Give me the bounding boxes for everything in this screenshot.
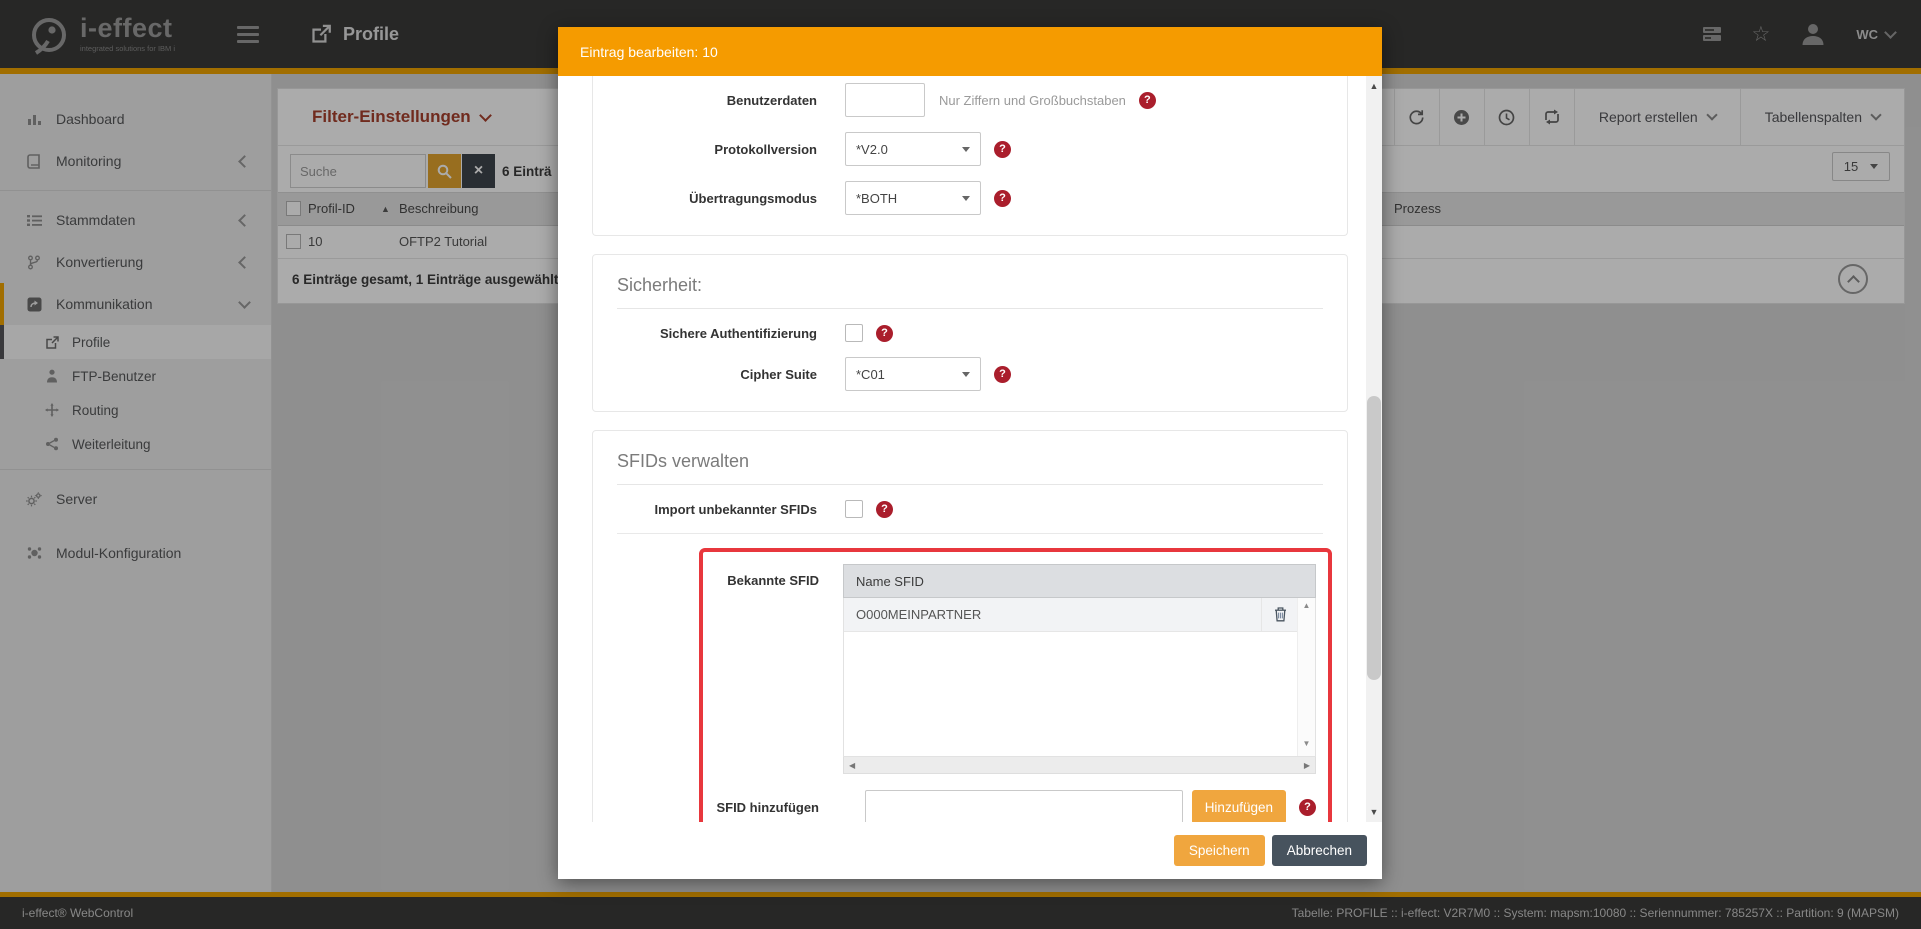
- protokollversion-row: Protokollversion *V2.0 ?: [617, 132, 1323, 166]
- sfid-add-row: SFID hinzufügen Hinzufügen ?: [715, 790, 1316, 822]
- sfid-name: O000MEINPARTNER: [844, 598, 1261, 631]
- protokollversion-select[interactable]: *V2.0: [845, 132, 981, 166]
- help-icon[interactable]: ?: [876, 501, 893, 518]
- sfid-add-label: SFID hinzufügen: [715, 800, 819, 815]
- import-sfids-checkbox[interactable]: [845, 500, 863, 518]
- connection-settings-panel: Benutzerdaten Nur Ziffern und Großbuchst…: [592, 76, 1348, 236]
- sfids-panel: SFIDs verwalten Import unbekannter SFIDs…: [592, 430, 1348, 822]
- sfid-table-body: O000MEINPARTNER ▲ ▼: [843, 598, 1316, 757]
- protokollversion-label: Protokollversion: [617, 142, 817, 157]
- divider: [617, 533, 1323, 534]
- scrollbar-thumb[interactable]: [1367, 396, 1381, 680]
- sfid-add-input[interactable]: [865, 790, 1183, 822]
- cipher-suite-row: Cipher Suite *C01 ?: [617, 357, 1323, 391]
- sfid-add-button[interactable]: Hinzufügen: [1192, 790, 1286, 822]
- sicherheit-panel: Sicherheit: Sichere Authentifizierung ? …: [592, 254, 1348, 412]
- help-icon[interactable]: ?: [1139, 92, 1156, 109]
- benutzerdaten-label: Benutzerdaten: [617, 93, 817, 108]
- delete-sfid-button[interactable]: [1261, 598, 1298, 631]
- modal-footer: Speichern Abbrechen: [558, 822, 1382, 879]
- protokollversion-value: *V2.0: [856, 142, 888, 157]
- caret-down-icon: [962, 196, 970, 201]
- scroll-right-icon[interactable]: ▶: [1304, 761, 1310, 770]
- modal-body: Benutzerdaten Nur Ziffern und Großbuchst…: [558, 76, 1382, 822]
- scroll-down-icon[interactable]: ▼: [1298, 739, 1315, 753]
- sfid-highlight-box: Bekannte SFID Name SFID O000MEINPARTNER: [699, 548, 1332, 822]
- sfid-row[interactable]: O000MEINPARTNER: [844, 598, 1315, 632]
- help-icon[interactable]: ?: [876, 325, 893, 342]
- sfid-horizontal-scrollbar[interactable]: ◀ ▶: [843, 757, 1316, 774]
- scroll-up-icon[interactable]: ▲: [1298, 601, 1315, 615]
- uebertragungsmodus-value: *BOTH: [856, 191, 897, 206]
- sicherheit-heading: Sicherheit:: [617, 271, 1323, 309]
- cipher-suite-label: Cipher Suite: [617, 367, 817, 382]
- scroll-up-icon[interactable]: ▲: [1366, 78, 1382, 94]
- help-icon[interactable]: ?: [1299, 799, 1316, 816]
- modal-title: Eintrag bearbeiten: 10: [580, 44, 718, 60]
- bekannte-sfid-row: Bekannte SFID Name SFID O000MEINPARTNER: [715, 564, 1316, 774]
- sfid-column-header: Name SFID: [856, 574, 924, 589]
- help-icon[interactable]: ?: [994, 190, 1011, 207]
- benutzerdaten-row: Benutzerdaten Nur Ziffern und Großbuchst…: [617, 83, 1323, 117]
- caret-down-icon: [962, 372, 970, 377]
- modal-header: Eintrag bearbeiten: 10: [558, 27, 1382, 76]
- scroll-left-icon[interactable]: ◀: [849, 761, 855, 770]
- scroll-down-icon[interactable]: ▼: [1366, 804, 1382, 820]
- uebertragungsmodus-select[interactable]: *BOTH: [845, 181, 981, 215]
- save-button[interactable]: Speichern: [1174, 835, 1265, 866]
- import-sfids-row: Import unbekannter SFIDs ?: [617, 500, 1323, 518]
- sichere-authentifizierung-checkbox[interactable]: [845, 324, 863, 342]
- cipher-suite-select[interactable]: *C01: [845, 357, 981, 391]
- import-sfids-label: Import unbekannter SFIDs: [617, 502, 817, 517]
- caret-down-icon: [962, 147, 970, 152]
- cipher-suite-value: *C01: [856, 367, 885, 382]
- sfid-table: Name SFID O000MEINPARTNER: [843, 564, 1316, 774]
- uebertragungsmodus-row: Übertragungsmodus *BOTH ?: [617, 181, 1323, 215]
- modal-scrollbar[interactable]: ▲ ▼: [1366, 76, 1382, 822]
- sichere-authentifizierung-label: Sichere Authentifizierung: [617, 326, 817, 341]
- page: i-effect integrated solutions for IBM i …: [0, 0, 1921, 929]
- benutzerdaten-hint: Nur Ziffern und Großbuchstaben: [939, 93, 1126, 108]
- sichere-authentifizierung-row: Sichere Authentifizierung ?: [617, 324, 1323, 342]
- trash-icon: [1274, 607, 1287, 622]
- help-icon[interactable]: ?: [994, 366, 1011, 383]
- edit-entry-modal: Eintrag bearbeiten: 10 Benutzerdaten Nur…: [558, 27, 1382, 879]
- uebertragungsmodus-label: Übertragungsmodus: [617, 191, 817, 206]
- help-icon[interactable]: ?: [994, 141, 1011, 158]
- sfid-vertical-scrollbar[interactable]: ▲ ▼: [1297, 598, 1315, 756]
- sfid-table-header: Name SFID: [843, 564, 1316, 598]
- cancel-button[interactable]: Abbrechen: [1272, 835, 1367, 866]
- sfids-heading: SFIDs verwalten: [617, 447, 1323, 485]
- benutzerdaten-input[interactable]: [845, 83, 925, 117]
- bekannte-sfid-label: Bekannte SFID: [715, 573, 819, 588]
